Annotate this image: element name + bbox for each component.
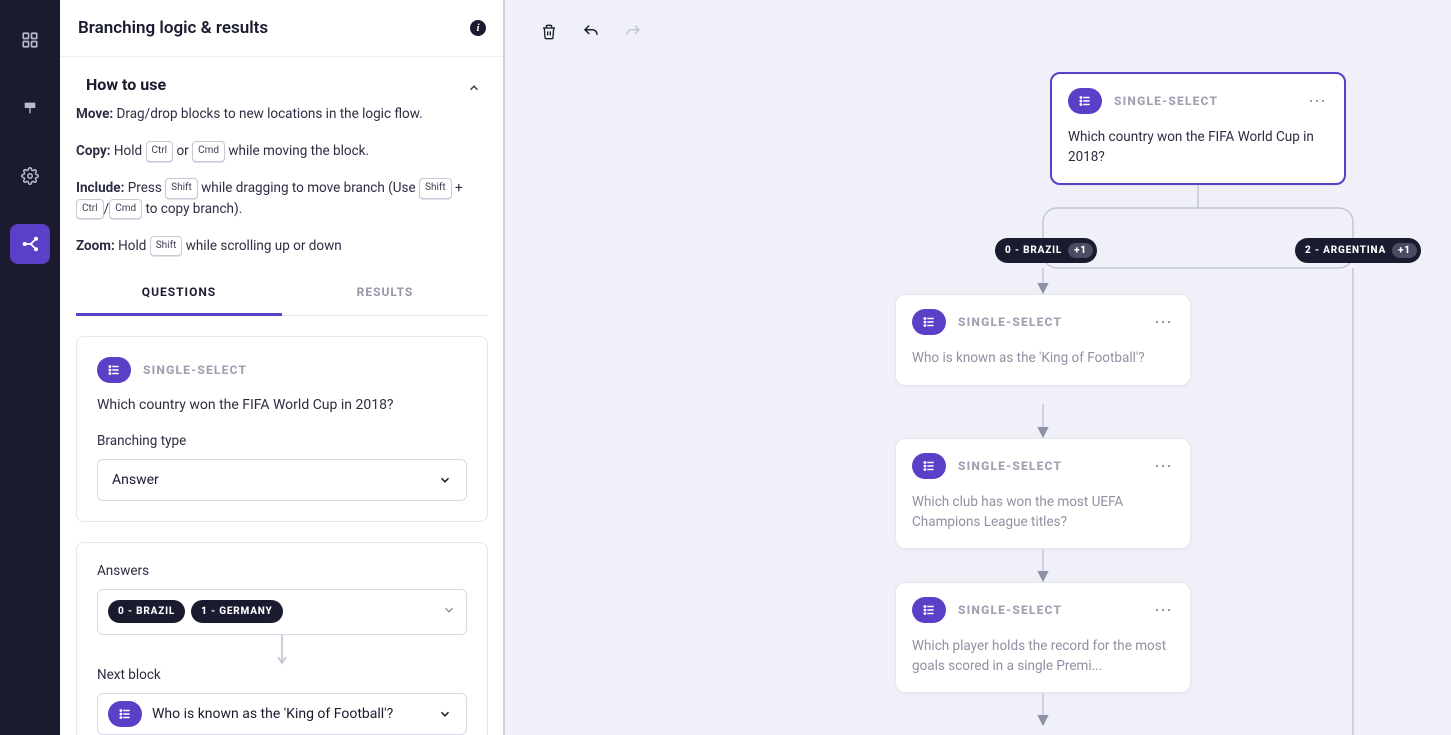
grid-icon [21, 31, 39, 49]
instr-include: Include: Press Shift while dragging to m… [76, 178, 488, 220]
node-question: Who is known as the 'King of Football'? [912, 349, 1174, 369]
node-type-pill [1068, 88, 1102, 114]
instr-copy: Copy: Hold Ctrl or Cmd while moving the … [76, 141, 488, 162]
list-icon [922, 603, 936, 617]
branching-type-select[interactable]: Answer [97, 459, 467, 501]
nav-branching[interactable] [10, 224, 50, 264]
next-block-value: Who is known as the 'King of Football'? [152, 706, 393, 722]
question-type-pill [97, 357, 131, 383]
sidebar-panel: Branching logic & results i How to use M… [60, 0, 505, 735]
instr-move: Move: Drag/drop blocks to new locations … [76, 104, 488, 125]
next-block-pill [108, 701, 142, 727]
chevron-up-icon [467, 81, 481, 95]
info-icon[interactable]: i [470, 20, 486, 36]
node-type-label: SINGLE-SELECT [958, 315, 1062, 329]
signpost-icon [22, 100, 38, 116]
nav-settings[interactable] [10, 156, 50, 196]
undo-button[interactable] [581, 22, 601, 42]
list-icon [107, 363, 121, 377]
answers-card: Answers 0 - Brazil 1 - Germany Next bloc… [76, 542, 488, 735]
question-text: Which country won the FIFA World Cup in … [97, 397, 467, 413]
kbd-shift: Shift [165, 178, 198, 199]
node-question: Which player holds the record for the mo… [912, 637, 1174, 676]
chevron-down-icon [438, 707, 452, 721]
node-question: Which club has won the most UEFA Champio… [912, 493, 1174, 532]
nav-sign[interactable] [10, 88, 50, 128]
node-question: Which country won the FIFA World Cup in … [1068, 128, 1328, 167]
how-to-use-title: How to use [86, 75, 166, 94]
node-menu-button[interactable]: ⋯ [1154, 312, 1174, 333]
sidebar-title: Branching logic & results [78, 18, 268, 38]
answers-select[interactable]: 0 - Brazil 1 - Germany [97, 589, 467, 635]
next-block-select[interactable]: Who is known as the 'King of Football'? [97, 693, 467, 735]
collapse-how-to-button[interactable] [460, 74, 488, 102]
question-type-label: SINGLE-SELECT [143, 363, 247, 377]
arrow-down-icon [276, 635, 288, 667]
kbd-cmd: Cmd [192, 141, 225, 162]
redo-icon [624, 23, 642, 41]
gear-icon [21, 167, 39, 185]
chevron-down-icon [442, 603, 456, 617]
answers-label: Answers [97, 563, 467, 579]
answer-chip-1: 1 - Germany [191, 600, 282, 623]
undo-icon [582, 23, 600, 41]
tab-questions[interactable]: Questions [76, 273, 282, 316]
sidebar-tabs: Questions Results [76, 273, 488, 316]
answer-chip-0: 0 - Brazil [108, 600, 185, 623]
kbd-ctrl: Ctrl [146, 141, 174, 162]
flow-node-2[interactable]: SINGLE-SELECT ⋯ Which club has won the m… [895, 438, 1191, 549]
question-card: SINGLE-SELECT Which country won the FIFA… [76, 336, 488, 522]
node-menu-button[interactable]: ⋯ [1308, 91, 1328, 112]
instr-zoom-label: Zoom: [76, 238, 115, 254]
instr-move-text: Drag/drop blocks to new locations in the… [113, 106, 422, 122]
node-type-label: SINGLE-SELECT [958, 459, 1062, 473]
delete-button[interactable] [539, 22, 559, 42]
node-type-pill [912, 453, 946, 479]
kbd-shift-2: Shift [419, 178, 452, 199]
logic-canvas[interactable]: Answer 0 - Brazil +1 2 - Argentina +1 SI… [505, 0, 1451, 735]
trash-icon [541, 24, 557, 40]
node-menu-button[interactable]: ⋯ [1154, 456, 1174, 477]
edge-chip-right[interactable]: 2 - Argentina +1 [1295, 238, 1421, 263]
kbd-shift-3: Shift [150, 236, 183, 257]
branching-type-value: Answer [112, 472, 159, 488]
instr-move-label: Move: [76, 106, 113, 122]
chevron-down-icon [438, 473, 452, 487]
node-type-label: SINGLE-SELECT [958, 603, 1062, 617]
nav-dashboard[interactable] [10, 20, 50, 60]
kbd-cmd-2: Cmd [109, 199, 142, 220]
connector [97, 635, 467, 667]
edge-chip-left[interactable]: 0 - Brazil +1 [995, 238, 1097, 263]
branching-type-label: Branching type [97, 433, 467, 449]
flow-node-0[interactable]: SINGLE-SELECT ⋯ Which country won the FI… [1050, 72, 1346, 185]
node-type-pill [912, 309, 946, 335]
instr-copy-label: Copy: [76, 143, 111, 159]
flow-node-1[interactable]: SINGLE-SELECT ⋯ Who is known as the 'Kin… [895, 294, 1191, 386]
node-type-pill [912, 597, 946, 623]
kbd-ctrl-2: Ctrl [76, 199, 104, 220]
instr-include-label: Include: [76, 180, 124, 196]
branch-icon [21, 235, 39, 253]
flow-node-3[interactable]: SINGLE-SELECT ⋯ Which player holds the r… [895, 582, 1191, 693]
node-type-label: SINGLE-SELECT [1114, 94, 1218, 108]
tab-results[interactable]: Results [282, 273, 488, 315]
redo-button [623, 22, 643, 42]
list-icon [118, 707, 132, 721]
list-icon [922, 459, 936, 473]
list-icon [1078, 94, 1092, 108]
next-block-label: Next block [97, 667, 467, 683]
node-menu-button[interactable]: ⋯ [1154, 600, 1174, 621]
list-icon [922, 315, 936, 329]
instr-zoom: Zoom: Hold Shift while scrolling up or d… [76, 236, 488, 257]
